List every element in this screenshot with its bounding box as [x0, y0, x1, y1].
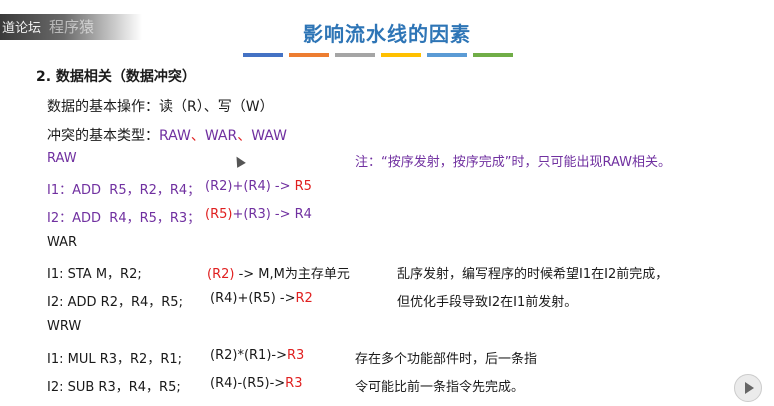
basic-ops-line: 数据的基本操作：读（R）、写（W）	[47, 99, 274, 115]
type-war: WAR	[204, 128, 238, 144]
waw-i2-expr-pre: (R4)-(R5)->	[210, 376, 286, 391]
type-waw: WAW	[251, 128, 287, 144]
war-note-1: 乱序发射，编写程序的时候希望I1在I2前完成，	[397, 267, 669, 282]
accent-bar	[243, 53, 283, 57]
waw-i1-expr: (R2)*(R1)->R3	[210, 348, 304, 363]
accent-bar	[289, 53, 329, 57]
waw-i1-expr-pre: (R2)*(R1)->	[210, 348, 287, 363]
waw-i2-expr: (R4)-(R5)->R3	[210, 376, 302, 391]
raw-i2-expr-post: +(R3) -> R4	[232, 207, 312, 222]
accent-bar	[381, 53, 421, 57]
raw-i1-instr: I1：ADD R5，R2，R4；	[47, 183, 201, 198]
raw-i2-expr: (R5)+(R3) -> R4	[205, 207, 312, 222]
section-heading: 2. 数据相关（数据冲突）	[36, 69, 196, 85]
conflict-types-prefix: 冲突的基本类型：	[47, 128, 159, 144]
raw-label: RAW	[47, 151, 77, 166]
waw-i1-expr-dst: R3	[286, 348, 305, 363]
accent-bar	[427, 53, 467, 57]
accent-bars	[243, 53, 513, 57]
war-i1-expr-src: (R2)	[207, 267, 235, 282]
raw-i1-expr-pre: (R2)+(R4) ->	[205, 179, 295, 194]
play-button-icon[interactable]	[734, 374, 762, 402]
war-i2-expr-dst: R2	[295, 291, 313, 306]
war-i1-instr: I1: STA M，R2;	[47, 267, 142, 282]
waw-note-2: 令可能比前一条指令先完成。	[355, 380, 525, 395]
war-i1-expr: (R2) -> M,M为主存单元	[207, 263, 350, 282]
conflict-types-line: 冲突的基本类型：RAW、WAR、WAW	[47, 125, 287, 145]
raw-i2-expr-src: (R5)	[205, 207, 233, 222]
waw-label: WRW	[47, 319, 82, 334]
raw-i2-instr: I2：ADD R4，R5，R3；	[47, 211, 201, 226]
war-i2-instr: I2: ADD R2，R4，R5;	[47, 295, 183, 310]
raw-i1-expr: (R2)+(R4) -> R5	[205, 179, 312, 194]
war-label: WAR	[47, 235, 78, 250]
war-note-2: 但优化手段导致I2在I1前发射。	[397, 295, 578, 310]
mouse-pointer-icon	[232, 154, 246, 168]
waw-i2-expr-dst: R3	[285, 376, 303, 391]
accent-bar	[473, 53, 513, 57]
war-i1-expr-post: -> M,M为主存单元	[234, 267, 350, 282]
accent-bar	[335, 53, 375, 57]
raw-note: 注：“按序发射，按序完成”时，只可能出现RAW相关。	[355, 155, 672, 170]
type-sep: 、	[190, 128, 205, 144]
slide-title: 影响流水线的因素	[303, 22, 471, 46]
waw-i2-instr: I2: SUB R3，R4，R5;	[47, 380, 181, 395]
waw-i1-instr: I1: MUL R3，R2，R1;	[47, 352, 183, 367]
war-i2-expr: (R4)+(R5) ->R2	[210, 291, 313, 306]
play-triangle-icon	[744, 382, 754, 394]
type-sep: 、	[237, 128, 252, 144]
type-raw: RAW	[159, 128, 191, 144]
raw-i1-expr-dst: R5	[294, 179, 312, 194]
war-i2-expr-pre: (R4)+(R5) ->	[210, 291, 296, 306]
slide: 道论坛 程序猿 影响流水线的因素 2. 数据相关（数据冲突） 数据的基本操作：读（…	[0, 0, 774, 406]
waw-note-1: 存在多个功能部件时，后一条指	[355, 352, 538, 367]
